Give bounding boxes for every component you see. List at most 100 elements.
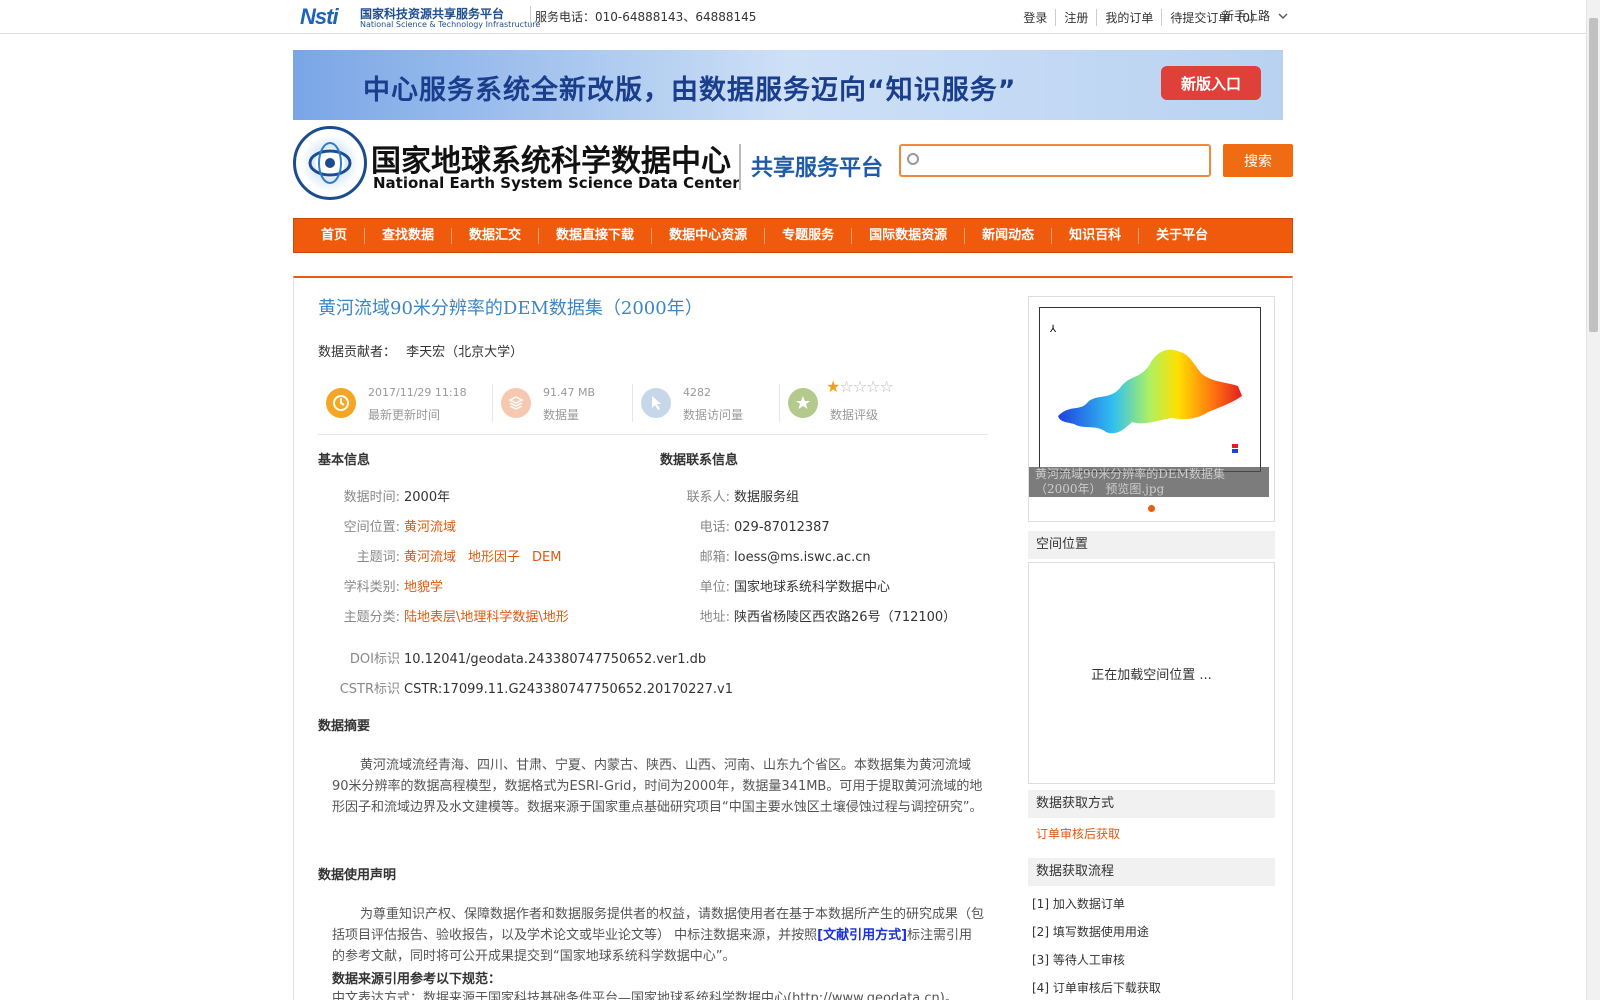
stat-label: 数据评级 xyxy=(830,408,879,422)
platform-name: 共享服务平台 xyxy=(751,156,884,181)
service-phone: 服务电话：010-64888143、64888145 xyxy=(535,10,757,24)
info-label: CSTR标识 xyxy=(339,682,400,697)
info-value: 029-87012387 xyxy=(734,520,830,535)
newbie-guide-dropdown[interactable]: 新手上路 xyxy=(1222,7,1288,24)
location-link[interactable]: 黄河流域 xyxy=(404,513,456,543)
stat-label: 数据访问量 xyxy=(683,408,744,422)
basic-info-heading: 基本信息 xyxy=(318,453,371,468)
spatial-heading: 空间位置 xyxy=(1028,531,1275,559)
stat-visits: 4282 数据访问量 xyxy=(633,380,780,426)
spatial-map-panel[interactable]: 正在加载空间位置 ... xyxy=(1028,562,1275,784)
preview-carousel[interactable]: ⅄ 黄河流域90米分辨率的DEM数据集（2000年） 预览图.jpg xyxy=(1028,296,1275,522)
doi-value: 10.12041/geodata.243380747750652.ver1.db xyxy=(404,652,707,667)
search-box[interactable] xyxy=(899,144,1211,177)
stat-label: 最新更新时间 xyxy=(368,408,441,422)
flow-step: [2] 填写数据使用用途 xyxy=(1032,925,1149,939)
top-bar: Nsti 国家科技资源共享服务平台 National Science & Tec… xyxy=(0,0,1600,34)
stat-label: 数据量 xyxy=(543,408,580,422)
center-emblem-icon xyxy=(293,126,367,200)
usage-text: 为尊重知识产权、保障数据作者和数据服务提供者的权益，请数据使用者在基于本数据所产… xyxy=(332,904,984,967)
info-value: 2000年 xyxy=(404,490,451,505)
loading-text: 正在加载空间位置 ... xyxy=(1091,667,1212,683)
info-row: DOI标识 10.12041/geodata.243380747750652.ve… xyxy=(318,645,733,675)
citation-heading: 数据来源引用参考以下规范： xyxy=(332,972,502,987)
carousel-dot[interactable] xyxy=(1148,505,1155,512)
svg-text:⅄: ⅄ xyxy=(1050,324,1057,335)
nav-item-data-submission[interactable]: 数据汇交 xyxy=(452,227,540,244)
discipline-link[interactable]: 地貌学 xyxy=(404,573,443,603)
access-heading: 数据获取方式 xyxy=(1028,790,1275,818)
citation-text: 中文表达方式：数据来源于国家科技基础条件平台—国家地球系统科学数据中心(http… xyxy=(332,991,958,1000)
contact-info: 联系人: 数据服务组 电话: 029-87012387 邮箱: loess@ms.is… xyxy=(648,483,957,633)
info-value: loess@ms.iswc.ac.cn xyxy=(734,550,871,565)
info-label: 地址: xyxy=(699,610,730,625)
info-label: 学科类别: xyxy=(343,580,400,595)
usage-heading: 数据使用声明 xyxy=(318,868,397,883)
banner-text: 中心服务系统全新改版，由数据服务迈向“知识服务” xyxy=(363,75,1017,106)
main-nav: 首页 查找数据 数据汇交 数据直接下载 数据中心资源 专题服务 国际数据资源 新… xyxy=(293,218,1293,253)
info-row: CSTR标识 CSTR:17099.11.G243380747750652.201… xyxy=(318,675,733,705)
site-logo[interactable]: 国家地球系统科学数据中心 National Earth System Scien… xyxy=(293,126,893,202)
access-method-value: 订单审核后获取 xyxy=(1036,827,1121,841)
nav-item-wiki[interactable]: 知识百科 xyxy=(1052,227,1140,244)
star-badge-icon xyxy=(788,388,818,418)
nsti-logo-mark: Nsti xyxy=(300,4,339,29)
nav-item-international[interactable]: 国际数据资源 xyxy=(852,227,966,244)
nsti-logo-en: National Science & Technology Infrastruc… xyxy=(360,20,541,29)
nav-item-find-data[interactable]: 查找数据 xyxy=(365,227,453,244)
stat-size: 91.47 MB 数据量 xyxy=(493,380,633,426)
info-row: 地址: 陕西省杨陵区西农路26号（712100） xyxy=(648,603,957,633)
cursor-icon xyxy=(641,388,671,418)
preview-map-image[interactable]: ⅄ xyxy=(1039,307,1261,472)
flow-step: [1] 加入数据订单 xyxy=(1032,897,1125,911)
contributor-value: 李天宏（北京大学） xyxy=(406,345,524,360)
flow-step: [4] 订单审核后下载获取 xyxy=(1032,981,1161,995)
info-label: 主题分类: xyxy=(343,610,400,625)
info-value: 数据服务组 xyxy=(734,490,800,505)
center-name-en: National Earth System Science Data Cente… xyxy=(373,174,740,192)
clock-icon xyxy=(326,388,356,418)
citation-method-link[interactable]: [文献引用方式] xyxy=(817,928,907,943)
dataset-title: 黄河流域90米分辨率的DEM数据集（2000年） xyxy=(318,298,703,319)
flow-step: [3] 等待人工审核 xyxy=(1032,953,1125,967)
info-row: 邮箱: loess@ms.iswc.ac.cn xyxy=(648,543,956,573)
announcement-banner[interactable]: 中心服务系统全新改版，由数据服务迈向“知识服务” 新版入口 xyxy=(293,50,1283,120)
keyword-link[interactable]: 地形因子 xyxy=(468,543,520,573)
keyword-link[interactable]: DEM xyxy=(532,543,561,573)
search-button[interactable]: 搜索 xyxy=(1223,144,1293,177)
abstract-text: 黄河流域流经青海、四川、甘肃、宁夏、内蒙古、陕西、山西、河南、山东九个省区。本数… xyxy=(332,758,983,815)
info-value: 陕西省杨陵区西农路26号（712100） xyxy=(734,610,957,625)
category-link[interactable]: 陆地表层\地理科学数据\地形 xyxy=(404,603,569,633)
nav-item-home[interactable]: 首页 xyxy=(304,227,366,244)
info-label: 主题词: xyxy=(356,550,400,565)
search-input[interactable] xyxy=(925,150,1205,172)
stat-value: 4282 xyxy=(683,386,711,399)
page-scrollbar[interactable] xyxy=(1586,0,1600,1000)
nsti-logo[interactable]: Nsti 国家科技资源共享服务平台 National Science & Tec… xyxy=(300,3,540,31)
login-link[interactable]: 登录 xyxy=(1015,9,1055,26)
nav-item-news[interactable]: 新闻动态 xyxy=(965,227,1053,244)
flow-heading: 数据获取流程 xyxy=(1028,858,1275,886)
nav-item-direct-download[interactable]: 数据直接下载 xyxy=(539,227,653,244)
stat-updated: 2017/11/29 11:18 最新更新时间 xyxy=(318,380,493,426)
info-label: 联系人: xyxy=(686,490,730,505)
nav-item-about[interactable]: 关于平台 xyxy=(1139,228,1225,244)
scrollbar-thumb[interactable] xyxy=(1589,18,1598,332)
register-link[interactable]: 注册 xyxy=(1055,9,1096,26)
info-label: 单位: xyxy=(699,580,730,595)
preview-caption: 黄河流域90米分辨率的DEM数据集（2000年） 预览图.jpg xyxy=(1029,467,1269,497)
chevron-down-icon xyxy=(1278,9,1288,23)
stat-value: 91.47 MB xyxy=(543,386,596,399)
contributor: 数据贡献者： 李天宏（北京大学） xyxy=(318,341,523,360)
info-value: 国家地球系统科学数据中心 xyxy=(734,580,891,595)
nav-item-topic-services[interactable]: 专题服务 xyxy=(765,227,853,244)
divider xyxy=(739,144,741,190)
my-orders-link[interactable]: 我的订单 xyxy=(1096,9,1161,26)
contact-info-heading: 数据联系信息 xyxy=(660,453,739,468)
keyword-link[interactable]: 黄河流域 xyxy=(404,543,456,573)
new-version-button[interactable]: 新版入口 xyxy=(1161,66,1261,100)
star-filled-icon: ★ xyxy=(826,377,840,396)
nav-item-center-resources[interactable]: 数据中心资源 xyxy=(652,227,766,244)
star-empty-icon: ☆☆☆☆ xyxy=(839,377,893,396)
info-row: 电话: 029-87012387 xyxy=(648,513,956,543)
